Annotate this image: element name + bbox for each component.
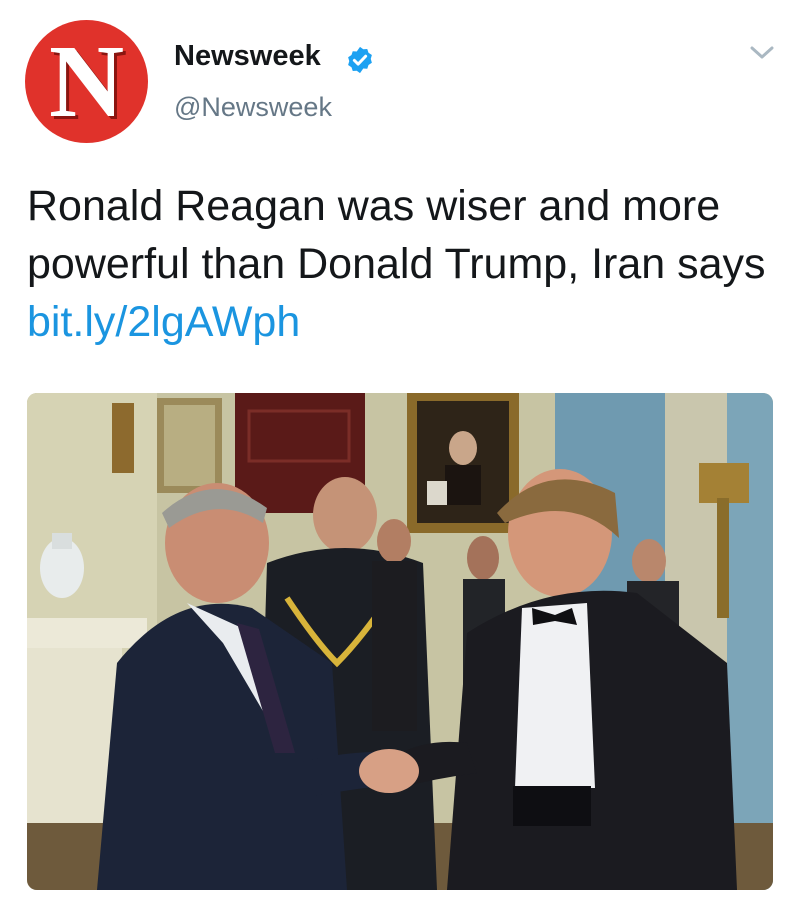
avatar-logo-letter: N — [48, 23, 125, 139]
tweet-body: Ronald Reagan was wiser and more powerfu… — [27, 182, 766, 288]
tweet-link[interactable]: bit.ly/2lgAWph — [27, 298, 300, 346]
avatar[interactable]: N — [25, 20, 148, 143]
display-name[interactable]: Newsweek — [174, 40, 321, 73]
verified-badge-icon — [348, 46, 372, 74]
tweet-text: Ronald Reagan was wiser and more powerfu… — [27, 177, 777, 351]
account-handle[interactable]: @Newsweek — [174, 92, 332, 123]
tweet-photo[interactable] — [27, 393, 773, 890]
chevron-down-icon[interactable] — [748, 42, 776, 64]
photo-illustration — [27, 393, 773, 890]
